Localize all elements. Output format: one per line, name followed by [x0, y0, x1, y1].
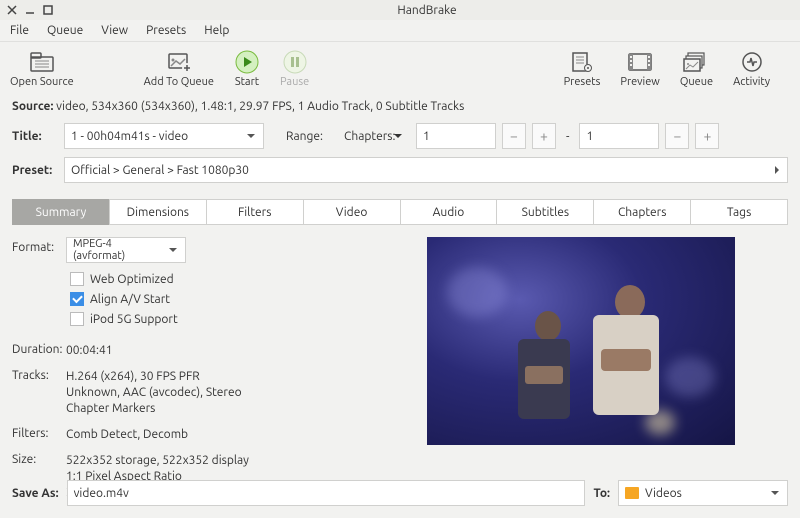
destination-select[interactable]: Videos — [618, 480, 788, 506]
preview-button[interactable]: Preview — [620, 50, 659, 88]
menu-file[interactable]: File — [10, 24, 29, 37]
format-select[interactable]: MPEG-4 (avformat) — [66, 237, 186, 263]
to-label: To: — [593, 487, 610, 500]
presets-button[interactable]: Presets — [564, 50, 601, 88]
preset-select[interactable]: Official > General > Fast 1080p30 — [64, 157, 788, 183]
tab-filters[interactable]: Filters — [206, 199, 304, 225]
add-to-queue-button[interactable]: Add To Queue — [144, 50, 214, 88]
menu-presets[interactable]: Presets — [146, 24, 186, 37]
window-title: HandBrake — [397, 4, 456, 17]
window-maximize-icon[interactable] — [42, 4, 54, 16]
menubar: File Queue View Presets Help — [0, 20, 800, 42]
range-to-input[interactable]: 1 — [579, 123, 659, 149]
menu-queue[interactable]: Queue — [47, 24, 83, 37]
queue-button[interactable]: Queue — [680, 50, 713, 88]
open-source-button[interactable]: Open Source — [10, 50, 74, 88]
range-to-plus[interactable]: + — [695, 123, 719, 149]
activity-icon — [739, 50, 765, 74]
tab-chapters[interactable]: Chapters — [593, 199, 691, 225]
toolbar: Open Source Add To Queue Start Pause Pre… — [0, 42, 800, 90]
start-icon — [234, 50, 260, 74]
tabs: Summary Dimensions Filters Video Audio S… — [12, 199, 788, 225]
align-av-checkbox[interactable]: Align A/V Start — [70, 289, 362, 309]
presets-icon — [569, 50, 595, 74]
start-button[interactable]: Start — [234, 50, 260, 88]
open-source-icon — [29, 50, 55, 74]
video-preview — [427, 237, 735, 445]
tab-tags[interactable]: Tags — [690, 199, 788, 225]
duration-value: 00:04:41 — [66, 343, 362, 359]
tab-video[interactable]: Video — [303, 199, 401, 225]
tab-summary[interactable]: Summary — [12, 199, 110, 225]
preset-label: Preset: — [12, 164, 58, 177]
add-to-queue-icon — [166, 50, 192, 74]
filters-value: Comb Detect, Decomb — [66, 427, 362, 443]
queue-icon — [683, 50, 709, 74]
save-as-label: Save As: — [12, 487, 59, 500]
range-from-minus[interactable]: − — [502, 123, 526, 149]
range-label: Range: — [286, 130, 332, 143]
folder-icon — [625, 487, 639, 499]
source-info: Source: video, 534x360 (534x360), 1.48:1… — [0, 90, 800, 119]
tracks-value: H.264 (x264), 30 FPS PFR Unknown, AAC (a… — [66, 369, 362, 417]
window-titlebar: HandBrake — [0, 0, 800, 20]
window-minimize-icon[interactable] — [24, 4, 36, 16]
range-to-minus[interactable]: − — [665, 123, 689, 149]
window-close-icon[interactable] — [6, 4, 18, 16]
menu-help[interactable]: Help — [204, 24, 229, 37]
web-optimized-checkbox[interactable]: Web Optimized — [70, 269, 362, 289]
pause-button: Pause — [280, 50, 309, 88]
tab-audio[interactable]: Audio — [400, 199, 498, 225]
title-select[interactable]: 1 - 00h04m41s - video — [64, 123, 264, 149]
ipod-checkbox[interactable]: iPod 5G Support — [70, 309, 362, 329]
tab-dimensions[interactable]: Dimensions — [109, 199, 207, 225]
preview-icon — [627, 50, 653, 74]
title-label: Title: — [12, 130, 58, 143]
menu-view[interactable]: View — [101, 24, 128, 37]
tab-subtitles[interactable]: Subtitles — [496, 199, 594, 225]
range-from-plus[interactable]: + — [532, 123, 556, 149]
save-as-input[interactable]: video.m4v — [67, 480, 586, 506]
range-mode-select[interactable]: Chapters: — [338, 123, 410, 149]
format-label: Format: — [12, 237, 66, 254]
activity-button[interactable]: Activity — [733, 50, 770, 88]
range-from-input[interactable]: 1 — [416, 123, 496, 149]
pause-icon — [282, 50, 308, 74]
